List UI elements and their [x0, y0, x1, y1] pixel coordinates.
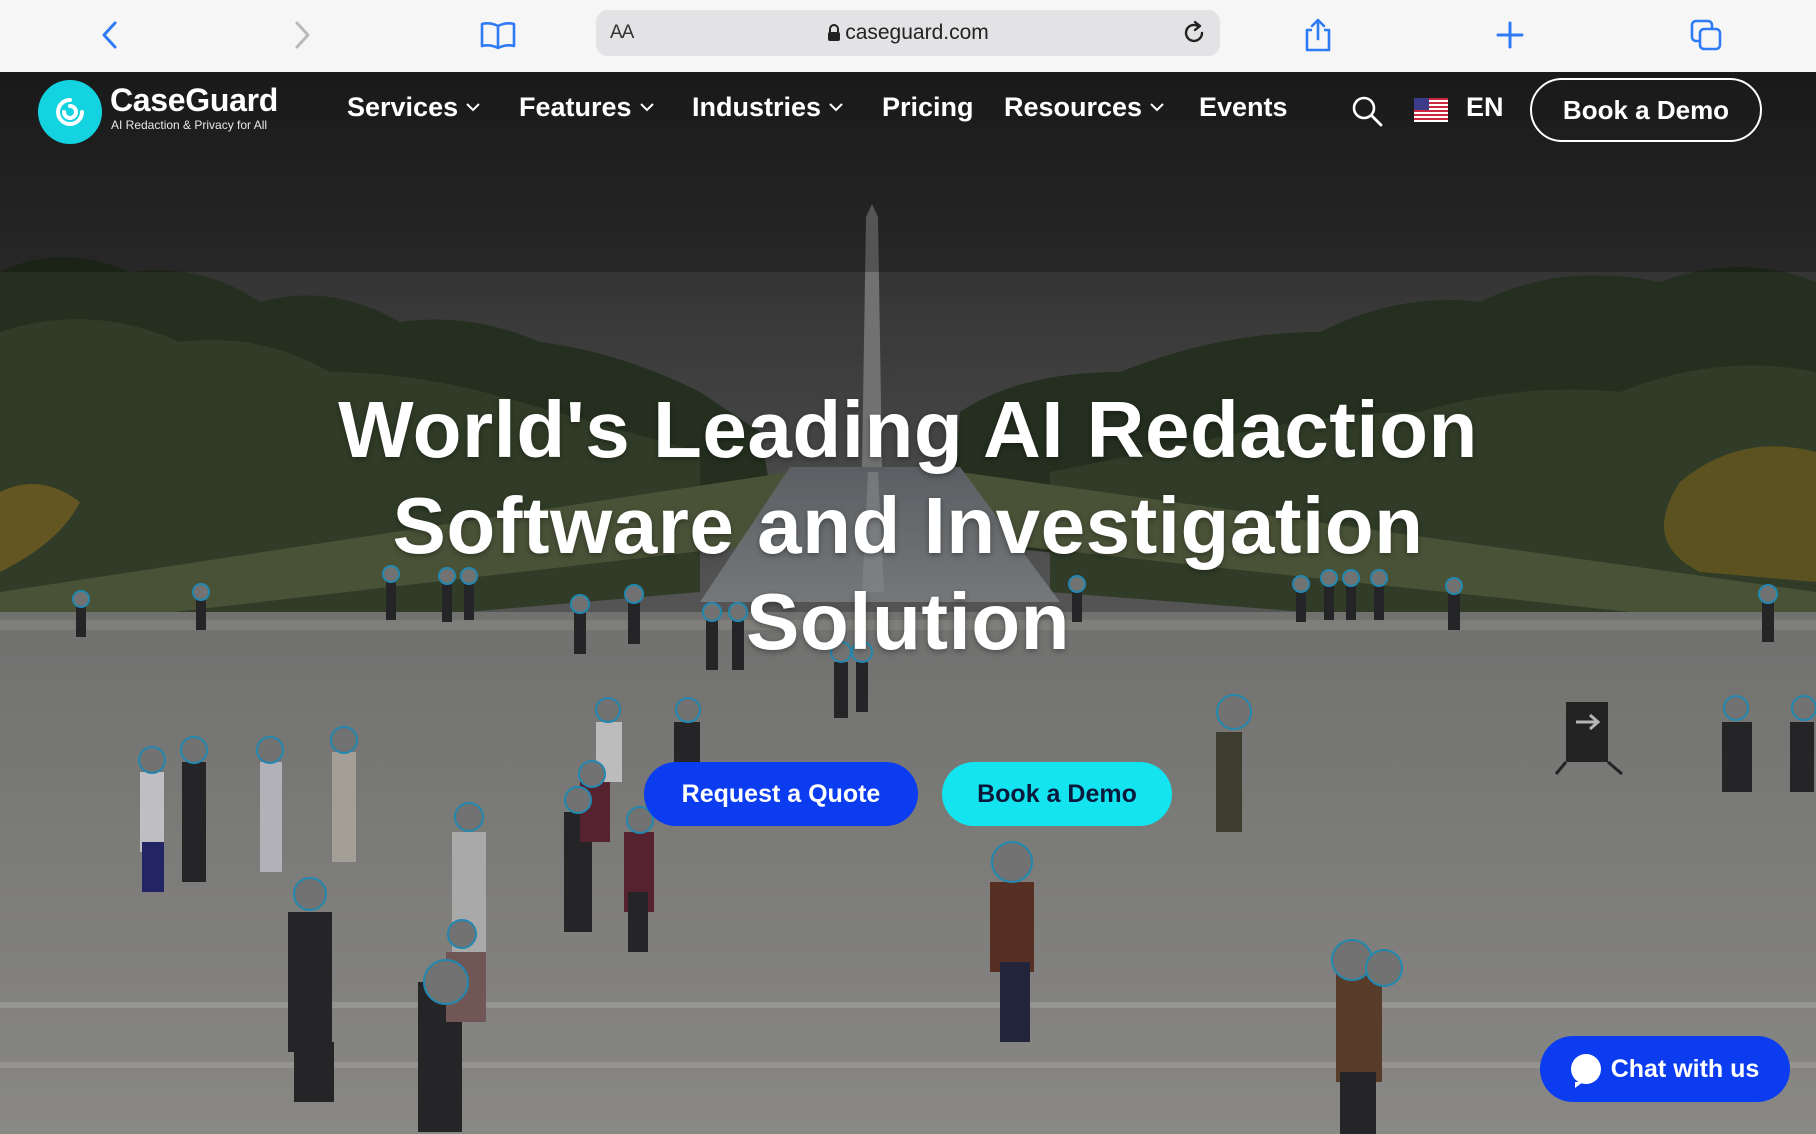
brand-tagline: AI Redaction & Privacy for All [111, 118, 268, 132]
nav-item-label: Resources [1004, 92, 1143, 122]
nav-book-demo-button[interactable]: Book a Demo [1530, 78, 1762, 142]
reload-icon[interactable] [1180, 19, 1208, 52]
language-selector[interactable]: EN [1466, 92, 1504, 123]
bookmarks-icon[interactable] [474, 12, 522, 58]
back-icon[interactable] [86, 12, 134, 58]
nav-item-features[interactable]: Features [519, 92, 654, 123]
address-bar[interactable]: AA caseguard.com [596, 10, 1220, 56]
nav-item-resources[interactable]: Resources [1004, 92, 1164, 123]
hero-book-demo-button[interactable]: Book a Demo [942, 762, 1172, 826]
brand-name[interactable]: CaseGuard [110, 82, 278, 119]
chat-bubble-icon [1570, 1054, 1601, 1088]
new-tab-icon[interactable] [1486, 12, 1534, 58]
browser-toolbar: AA caseguard.com [0, 0, 1816, 72]
nav-item-pricing[interactable]: Pricing [882, 92, 974, 123]
nav-item-label: Services [347, 92, 459, 122]
lock-icon [827, 24, 841, 48]
request-quote-button[interactable]: Request a Quote [644, 762, 918, 826]
nav-item-services[interactable]: Services [347, 92, 480, 123]
hero-title: World's Leading AI Redaction Software an… [338, 385, 1478, 666]
chat-widget-button[interactable]: Chat with us [1540, 1036, 1790, 1102]
nav-item-label: Features [519, 92, 632, 122]
chevron-down-icon [829, 103, 843, 112]
nav-item-label: Events [1199, 92, 1288, 122]
webpage: CaseGuard AI Redaction & Privacy for All… [0, 72, 1816, 1134]
nav-item-label: Pricing [882, 92, 974, 122]
site-navigation: CaseGuard AI Redaction & Privacy for All… [0, 72, 1816, 146]
chevron-down-icon [466, 103, 480, 112]
search-icon[interactable] [1350, 94, 1384, 133]
caseguard-logo-icon[interactable] [38, 80, 102, 144]
forward-icon[interactable] [278, 12, 326, 58]
us-flag-icon[interactable] [1414, 98, 1448, 122]
url-text: caseguard.com [845, 21, 989, 44]
chevron-down-icon [1150, 103, 1164, 112]
nav-item-label: Industries [692, 92, 822, 122]
chat-label: Chat with us [1610, 1054, 1760, 1083]
share-icon[interactable] [1294, 12, 1342, 58]
chevron-down-icon [639, 103, 654, 112]
tabs-overview-icon[interactable] [1682, 12, 1730, 58]
nav-item-industries[interactable]: Industries [692, 92, 843, 123]
nav-item-events[interactable]: Events [1199, 92, 1288, 123]
